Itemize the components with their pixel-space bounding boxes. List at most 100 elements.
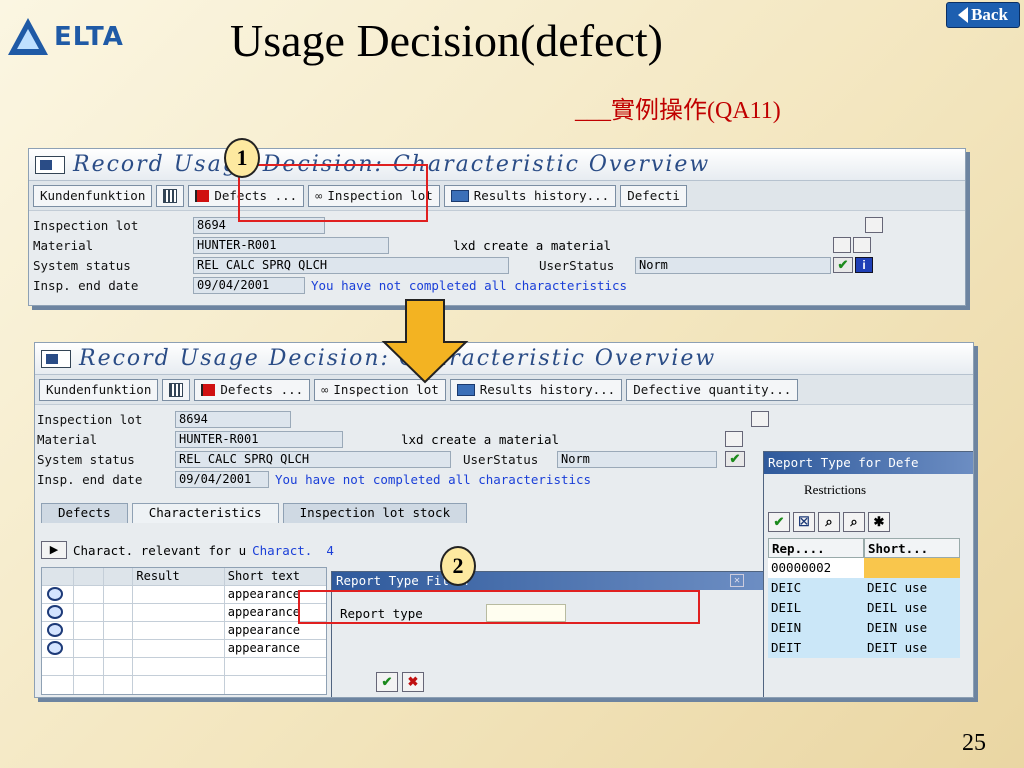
top-window-titlebar: Record Usage Decision: Characteristic Ov…	[29, 149, 965, 181]
magnifier-icon[interactable]	[47, 587, 63, 601]
kundenfunktion-button[interactable]: Kundenfunktion	[33, 184, 153, 207]
inspection-lot-label: Inspection lot	[33, 217, 139, 233]
glasses-icon: ∞	[321, 382, 329, 397]
results-history-label: Results history...	[479, 382, 616, 397]
close-box-icon[interactable]: ☒	[793, 512, 815, 532]
results-history-button[interactable]: Results history...	[443, 184, 617, 207]
top-header-form: Inspection lot 8694 Material HUNTER-R001…	[29, 211, 965, 295]
list-item[interactable]: DEIL DEIL use	[768, 598, 962, 618]
find-next-icon[interactable]: ⌕	[843, 512, 865, 532]
tab-inspection-lot-stock[interactable]: Inspection lot stock	[282, 503, 468, 523]
bottom-sap-window: Record Usage Decision: Characteristic Ov…	[34, 342, 974, 698]
material-field[interactable]: HUNTER-R001	[193, 236, 389, 254]
system-status-label: System status	[33, 257, 131, 273]
status-message: You have not completed all characteristi…	[311, 277, 628, 293]
list-item[interactable]: DEIN DEIN use	[768, 618, 962, 638]
list-item[interactable]: DEIC DEIC use	[768, 578, 962, 598]
table-row[interactable]: appearance	[42, 604, 326, 622]
back-button[interactable]: Back	[946, 2, 1020, 28]
table-row	[42, 676, 326, 694]
magnifier-icon[interactable]	[47, 623, 63, 637]
material-label: Material	[37, 431, 98, 447]
results-history-button[interactable]: Results history...	[449, 378, 623, 401]
charact-header-label: Charact. relevant for u	[73, 542, 247, 558]
col-result: Result	[133, 568, 225, 585]
inspection-lot-field[interactable]: 8694	[175, 410, 291, 428]
kundenfunktion-button[interactable]: Kundenfunktion	[39, 378, 159, 401]
callout-badge-1: 1	[224, 138, 260, 178]
lot-glasses-icon[interactable]	[865, 217, 883, 233]
calculator-icon	[163, 188, 178, 203]
status-message: You have not completed all characteristi…	[275, 471, 592, 487]
calculator-icon	[169, 382, 184, 397]
defective-quantity-button[interactable]: Defective quantity...	[626, 378, 799, 401]
inspection-lot-label: Inspection lot	[37, 411, 143, 427]
list-item[interactable]: 00000002	[768, 558, 962, 578]
end-date-field: 09/04/2001	[175, 470, 269, 488]
report-type-highlight-box	[298, 590, 700, 624]
check-edit-icon[interactable]: ✔	[833, 257, 853, 273]
check-edit-icon[interactable]: ✔	[725, 451, 745, 467]
system-status-label: System status	[37, 451, 135, 467]
col-short[interactable]: Short...	[864, 538, 960, 558]
material-description: lxd create a material	[453, 237, 612, 253]
popup-title: Report Type for Defe	[768, 455, 919, 470]
expand-icon[interactable]: ▶	[41, 541, 67, 559]
material-glasses-icon[interactable]	[725, 431, 743, 447]
window-menu-icon[interactable]	[41, 349, 71, 368]
restrictions-tab[interactable]: Restrictions	[804, 482, 866, 498]
material-doc-icon[interactable]	[853, 237, 871, 253]
table-row[interactable]: appearance	[42, 640, 326, 658]
confirm-check-icon[interactable]: ✔	[376, 672, 398, 692]
history-icon	[450, 189, 469, 202]
back-arrow-icon	[958, 7, 969, 23]
bottom-toolbar: Kundenfunktion Defects ... ∞ Inspection l…	[35, 375, 973, 405]
user-status-label: UserStatus	[539, 257, 615, 273]
end-date-label: Insp. end date	[37, 471, 143, 487]
bottom-window-titlebar: Record Usage Decision: Characteristic Ov…	[35, 343, 973, 375]
flag-icon	[201, 383, 216, 396]
delta-triangle-icon	[8, 18, 48, 55]
callout-badge-2: 2	[440, 546, 476, 586]
dialog-titlebar: Report Type Filter ✕	[332, 572, 766, 590]
report-type-list: Rep.... Short... 00000002 DEIC DEIC use …	[768, 538, 962, 658]
calculator-button[interactable]	[156, 184, 185, 207]
table-row[interactable]: appearance	[42, 586, 326, 604]
table-row[interactable]: appearance	[42, 622, 326, 640]
find-icon[interactable]: ⌕	[818, 512, 840, 532]
defects-button[interactable]: Defects ...	[194, 378, 311, 401]
table-row	[42, 658, 326, 676]
charact-header-row: ▶ Charact. relevant for u Charact. 4	[41, 541, 334, 559]
slide-subtitle: ___實例操作(QA11)	[575, 98, 781, 124]
close-icon[interactable]: ✕	[730, 574, 744, 587]
tab-strip: Defects Characteristics Inspection lot s…	[41, 503, 471, 523]
delta-logo: ELTA	[6, 8, 188, 66]
window-menu-icon[interactable]	[35, 155, 65, 174]
defective-button[interactable]: Defecti	[620, 184, 687, 207]
defects-highlight-box	[238, 164, 428, 222]
magnifier-icon[interactable]	[47, 641, 63, 655]
history-icon	[456, 383, 475, 396]
page-number: 25	[962, 730, 986, 756]
material-field[interactable]: HUNTER-R001	[175, 430, 343, 448]
user-status-field: Norm	[635, 256, 831, 274]
settings-icon[interactable]: ✱	[868, 512, 890, 532]
popup-titlebar: Report Type for Defe	[764, 452, 973, 474]
info-icon[interactable]: i	[855, 257, 873, 273]
short-text-cell: appearance	[227, 623, 301, 637]
calculator-button[interactable]	[162, 378, 191, 401]
lot-glasses-icon[interactable]	[751, 411, 769, 427]
user-status-field: Norm	[557, 450, 717, 468]
material-glasses-icon[interactable]	[833, 237, 851, 253]
results-history-label: Results history...	[473, 188, 610, 203]
list-item[interactable]: DEIT DEIT use	[768, 638, 962, 658]
tab-defects[interactable]: Defects	[41, 503, 128, 523]
table-header-row: Result Short text	[42, 568, 326, 586]
check-icon[interactable]: ✔	[768, 512, 790, 532]
cancel-x-icon[interactable]: ✖	[402, 672, 424, 692]
system-status-field: REL CALC SPRQ QLCH	[175, 450, 451, 468]
tab-characteristics[interactable]: Characteristics	[131, 503, 279, 523]
material-description: lxd create a material	[401, 431, 560, 447]
col-report[interactable]: Rep....	[768, 538, 864, 558]
magnifier-icon[interactable]	[47, 605, 63, 619]
